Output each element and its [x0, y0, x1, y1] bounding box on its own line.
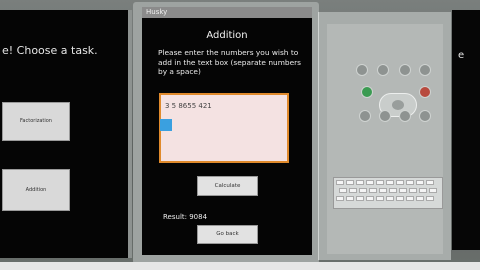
hardware-button-icon[interactable] — [399, 110, 411, 122]
keyboard-key[interactable] — [346, 180, 354, 185]
left-phone-screen: e! Choose a task. Factorization Addition — [0, 10, 132, 258]
keyboard-key[interactable] — [356, 196, 364, 201]
keyboard-key[interactable] — [396, 180, 404, 185]
middle-phone-screen: Husky Addition Please enter the numbers … — [142, 7, 312, 255]
keyboard-key[interactable] — [369, 188, 377, 193]
numbers-input-value: 3 5 8655 421 — [165, 102, 212, 110]
end-call-button-icon[interactable] — [419, 86, 431, 98]
keyboard-key[interactable] — [399, 188, 407, 193]
dpad-center-button[interactable] — [392, 100, 404, 110]
keyboard-key[interactable] — [339, 188, 347, 193]
keyboard-key[interactable] — [396, 196, 404, 201]
factorization-button[interactable]: Factorization — [2, 102, 70, 141]
partial-prompt-text: e — [458, 50, 465, 61]
keyboard-key[interactable] — [366, 196, 374, 201]
keyboard-key[interactable] — [379, 188, 387, 193]
right-phone-screen: e — [452, 10, 480, 250]
keyboard-key[interactable] — [346, 196, 354, 201]
keyboard-key[interactable] — [419, 188, 427, 193]
keyboard-key[interactable] — [386, 196, 394, 201]
keyboard-key[interactable] — [376, 196, 384, 201]
keyboard-key[interactable] — [376, 180, 384, 185]
keyboard-key[interactable] — [429, 188, 437, 193]
keyboard-key[interactable] — [406, 196, 414, 201]
hardware-button-icon[interactable] — [359, 110, 371, 122]
task-prompt: e! Choose a task. — [2, 44, 98, 57]
controls-area — [327, 24, 443, 254]
hardware-button-icon[interactable] — [377, 64, 389, 76]
keyboard-key[interactable] — [409, 188, 417, 193]
hardware-button-icon[interactable] — [399, 64, 411, 76]
hardware-button-icon[interactable] — [356, 64, 368, 76]
keyboard-key[interactable] — [426, 196, 434, 201]
keyboard-key[interactable] — [349, 188, 357, 193]
text-cursor-handle-icon[interactable] — [160, 119, 172, 131]
instructions-text: Please enter the numbers you wish to add… — [158, 48, 302, 76]
keyboard-key[interactable] — [406, 180, 414, 185]
calculate-button[interactable]: Calculate — [197, 176, 258, 196]
keyboard-key[interactable] — [336, 180, 344, 185]
keyboard-icon[interactable] — [333, 177, 443, 209]
hardware-button-icon[interactable] — [419, 110, 431, 122]
keyboard-key[interactable] — [359, 188, 367, 193]
emulator-controls-panel — [318, 12, 451, 260]
keyboard-key[interactable] — [416, 180, 424, 185]
addition-button[interactable]: Addition — [2, 169, 70, 211]
keyboard-key[interactable] — [389, 188, 397, 193]
keyboard-key[interactable] — [336, 196, 344, 201]
keyboard-key[interactable] — [366, 180, 374, 185]
hardware-button-icon[interactable] — [379, 110, 391, 122]
numbers-text-box[interactable]: 3 5 8655 421 — [159, 93, 289, 163]
result-text: Result: 9084 — [163, 213, 208, 221]
go-back-button[interactable]: Go back — [197, 225, 258, 244]
call-button-icon[interactable] — [361, 86, 373, 98]
page-title: Addition — [206, 30, 248, 41]
keyboard-key[interactable] — [426, 180, 434, 185]
window-titlebar: Husky — [142, 7, 312, 18]
bottom-bar — [0, 262, 480, 270]
keyboard-key[interactable] — [416, 196, 424, 201]
keyboard-key[interactable] — [356, 180, 364, 185]
hardware-button-icon[interactable] — [419, 64, 431, 76]
keyboard-key[interactable] — [386, 180, 394, 185]
